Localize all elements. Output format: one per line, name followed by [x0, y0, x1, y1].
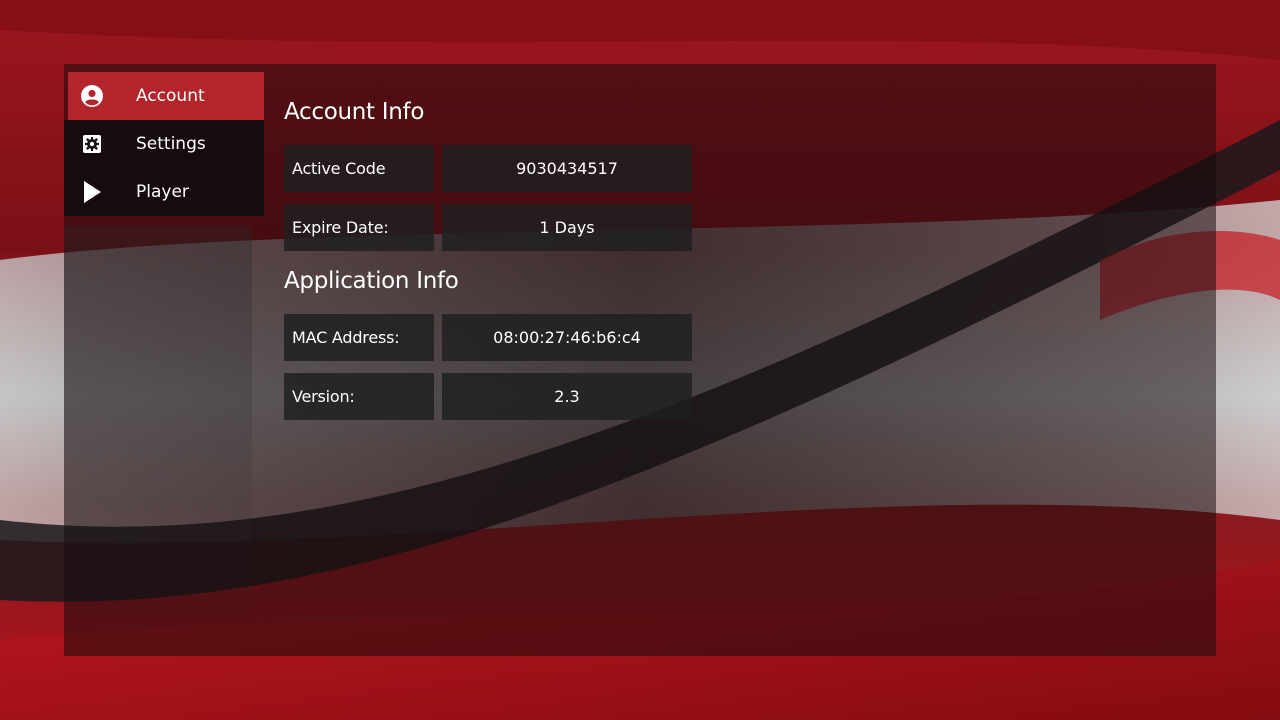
gear-icon [80, 133, 104, 155]
settings-panel: Account Settings Player Account Info Act… [64, 64, 1216, 656]
sidebar-item-label: Settings [136, 134, 206, 154]
mac-address-value: 08:00:27:46:b6:c4 [442, 314, 692, 361]
sidebar-item-player[interactable]: Player [64, 168, 264, 216]
table-row: MAC Address: 08:00:27:46:b6:c4 [284, 314, 704, 361]
active-code-label: Active Code [284, 145, 434, 192]
account-circle-icon [80, 85, 104, 107]
play-icon [80, 181, 104, 203]
application-info-title: Application Info [284, 268, 459, 294]
info-content: Account Info Active Code 9030434517 Expi… [284, 94, 704, 432]
sidebar-item-account[interactable]: Account [68, 72, 264, 120]
mac-address-label: MAC Address: [284, 314, 434, 361]
sidebar-item-label: Account [136, 86, 205, 106]
sidebar-menu: Account Settings Player [64, 72, 264, 216]
account-info-title: Account Info [284, 99, 425, 125]
table-row: Version: 2.3 [284, 373, 704, 420]
table-row: Expire Date: 1 Days [284, 204, 704, 251]
sidebar-item-settings[interactable]: Settings [64, 120, 264, 168]
active-code-value: 9030434517 [442, 145, 692, 192]
version-value: 2.3 [442, 373, 692, 420]
expire-date-label: Expire Date: [284, 204, 434, 251]
version-label: Version: [284, 373, 434, 420]
sidebar-item-label: Player [136, 182, 189, 202]
table-row: Active Code 9030434517 [284, 145, 704, 192]
expire-date-value: 1 Days [442, 204, 692, 251]
sidebar-background [64, 226, 252, 656]
app-screen: Account Settings Player Account Info Act… [0, 0, 1280, 720]
